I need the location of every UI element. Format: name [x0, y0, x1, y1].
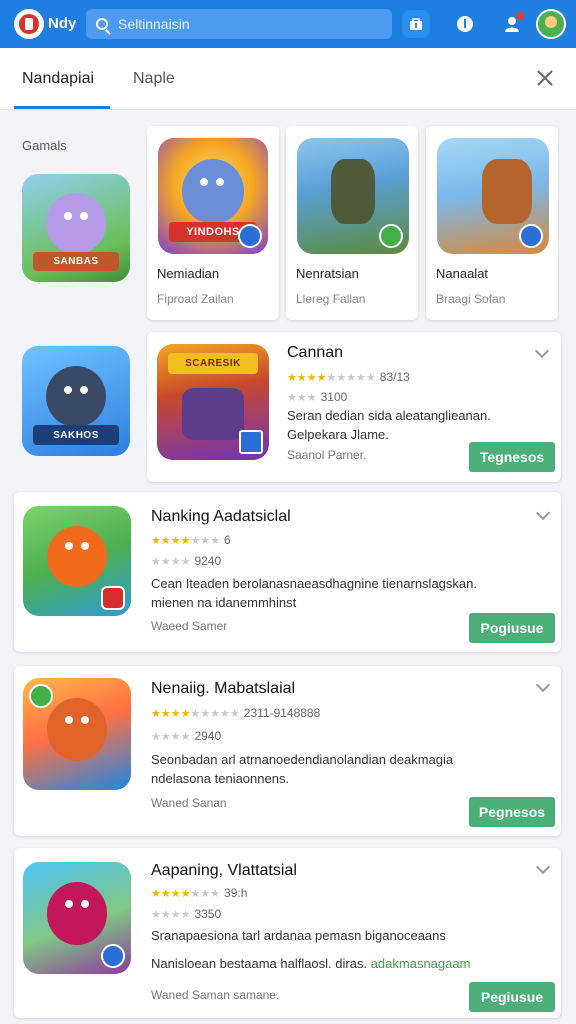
app-description: Seran dedian sida aleatanglieanan. Gelpe…	[287, 408, 491, 442]
secondary-rating: ★★★ 3100	[287, 390, 348, 404]
info-icon[interactable]	[451, 10, 479, 38]
app-publisher: Waned Sanan	[151, 796, 227, 810]
close-icon[interactable]	[534, 68, 556, 90]
app-description: Sranapaesiona tarl ardanaa pemasn bigano…	[151, 928, 446, 943]
app-publisher: Waned Saman samane.	[151, 988, 280, 1002]
rating-stars: ★★★★★★★★★ 83/13	[287, 370, 410, 384]
logo-icon[interactable]	[14, 9, 44, 39]
download-count: 3350	[194, 907, 222, 921]
thumbnail-title: SANBAS	[32, 251, 120, 272]
user-icon[interactable]	[498, 10, 526, 38]
app-description: Cean Iteaden berolanasnaeasdhagnine tien…	[151, 576, 477, 610]
rating-stars: ★★★★★★★★★ 2311-9148888	[151, 706, 321, 720]
tab-nandapiai[interactable]: Nandapiai	[22, 70, 94, 88]
game-thumbnail: SCARESIK	[157, 344, 269, 460]
tab-naple[interactable]: Naple	[133, 70, 175, 88]
featured-card[interactable]: Nanaalat Braagi Sofan	[426, 126, 558, 320]
game-thumbnail[interactable]: SANBAS	[22, 174, 130, 282]
game-thumbnail	[437, 138, 549, 254]
app-publisher: Waeed Samer	[151, 619, 228, 633]
app-publisher: Saanol Parner.	[287, 448, 367, 462]
install-button[interactable]: Pegnesos	[469, 797, 555, 827]
app-description-secondary: Nanisloean bestaama halflaosl. diras. ad…	[151, 954, 491, 973]
description-link[interactable]: adakmasnagaam	[371, 956, 471, 971]
chevron-down-icon[interactable]	[535, 859, 551, 875]
platform-badge-icon	[519, 224, 543, 248]
featured-subtitle: Braagi Sofan	[436, 292, 506, 306]
game-thumbnail: YINDOHS	[158, 138, 268, 254]
featured-name: Nenratsian	[296, 266, 359, 281]
avatar[interactable]	[536, 9, 566, 39]
game-thumbnail	[23, 678, 131, 790]
active-tab-indicator	[14, 106, 110, 109]
check-badge-icon	[29, 684, 53, 708]
install-button[interactable]: Pogiusue	[469, 613, 555, 643]
install-button[interactable]: Pegiusue	[469, 982, 555, 1012]
download-count: 3100	[320, 390, 348, 404]
download-count: 2940	[194, 729, 222, 743]
rating-count: 2311-9148888	[243, 706, 321, 720]
secondary-rating: ★★★★ 2940	[151, 729, 222, 743]
section-label: Gamals	[22, 138, 67, 153]
rating-stars: ★★★★★★★ 6	[151, 533, 231, 547]
app-title[interactable]: Nenaiig. Mabatslaial	[151, 680, 295, 698]
install-button[interactable]: Tegnesos	[469, 442, 555, 472]
featured-card[interactable]: Nenratsian Llereg Fallan	[286, 126, 418, 320]
platform-badge-icon	[101, 944, 125, 968]
chevron-down-icon[interactable]	[534, 343, 550, 359]
game-thumbnail[interactable]: SAKHOS	[22, 346, 130, 456]
featured-card[interactable]: YINDOHS Nemiadian Fiproad Zailan	[147, 126, 279, 320]
notification-dot	[516, 12, 524, 20]
rating-count: 39:h	[224, 886, 248, 900]
chevron-down-icon[interactable]	[535, 505, 551, 521]
top-bar: Ndy Seltinnaisin	[0, 0, 576, 48]
rating-stars: ★★★★★★★ 39:h	[151, 886, 248, 900]
thumbnail-title: SAKHOS	[32, 425, 120, 445]
secondary-rating: ★★★★ 9240	[151, 554, 222, 568]
download-count: 9240	[194, 554, 222, 568]
app-name: Ndy	[48, 15, 77, 32]
featured-name: Nemiadian	[157, 266, 220, 281]
app-card[interactable]: Nenaiig. Mabatslaial ★★★★★★★★★ 2311-91488…	[14, 666, 561, 836]
description-text: Nanisloean bestaama halflaosl. diras.	[151, 956, 368, 971]
app-card[interactable]: Nanking Aadatsiclal ★★★★★★★ 6 ★★★★ 9240 Ce…	[14, 492, 561, 652]
app-title[interactable]: Aapaning, Vlattatsial	[151, 862, 297, 880]
chevron-down-icon[interactable]	[535, 677, 551, 693]
search-placeholder: Seltinnaisin	[118, 16, 190, 32]
app-card[interactable]: Aapaning, Vlattatsial ★★★★★★★ 39:h ★★★★ 33…	[14, 848, 561, 1018]
featured-subtitle: Llereg Fallan	[296, 292, 366, 306]
app-title[interactable]: Cannan	[287, 344, 343, 362]
platform-badge-icon	[238, 224, 262, 248]
platform-badge-icon	[379, 224, 403, 248]
tab-bar: Nandapiai Naple	[0, 48, 576, 110]
app-description: Seonbadan arl atrnanoedendianolandian de…	[151, 752, 454, 786]
game-thumbnail	[297, 138, 409, 254]
store-icon[interactable]	[402, 10, 430, 38]
game-thumbnail	[23, 506, 131, 616]
app-title[interactable]: Nanking Aadatsiclal	[151, 508, 291, 526]
app-card[interactable]: SCARESIK Cannan ★★★★★★★★★ 83/13 ★★★ 3100 S…	[147, 332, 561, 482]
game-thumbnail	[23, 862, 131, 974]
thumbnail-title: SCARESIK	[168, 353, 258, 375]
rating-count: 83/13	[379, 370, 410, 384]
rating-count: 6	[224, 533, 231, 547]
search-input[interactable]: Seltinnaisin	[86, 9, 392, 39]
featured-subtitle: Fiproad Zailan	[157, 292, 234, 306]
platform-badge-icon	[239, 430, 263, 454]
secondary-rating: ★★★★ 3350	[151, 907, 222, 921]
search-icon	[96, 18, 108, 30]
platform-badge-icon	[101, 586, 125, 610]
featured-name: Nanaalat	[436, 266, 489, 281]
